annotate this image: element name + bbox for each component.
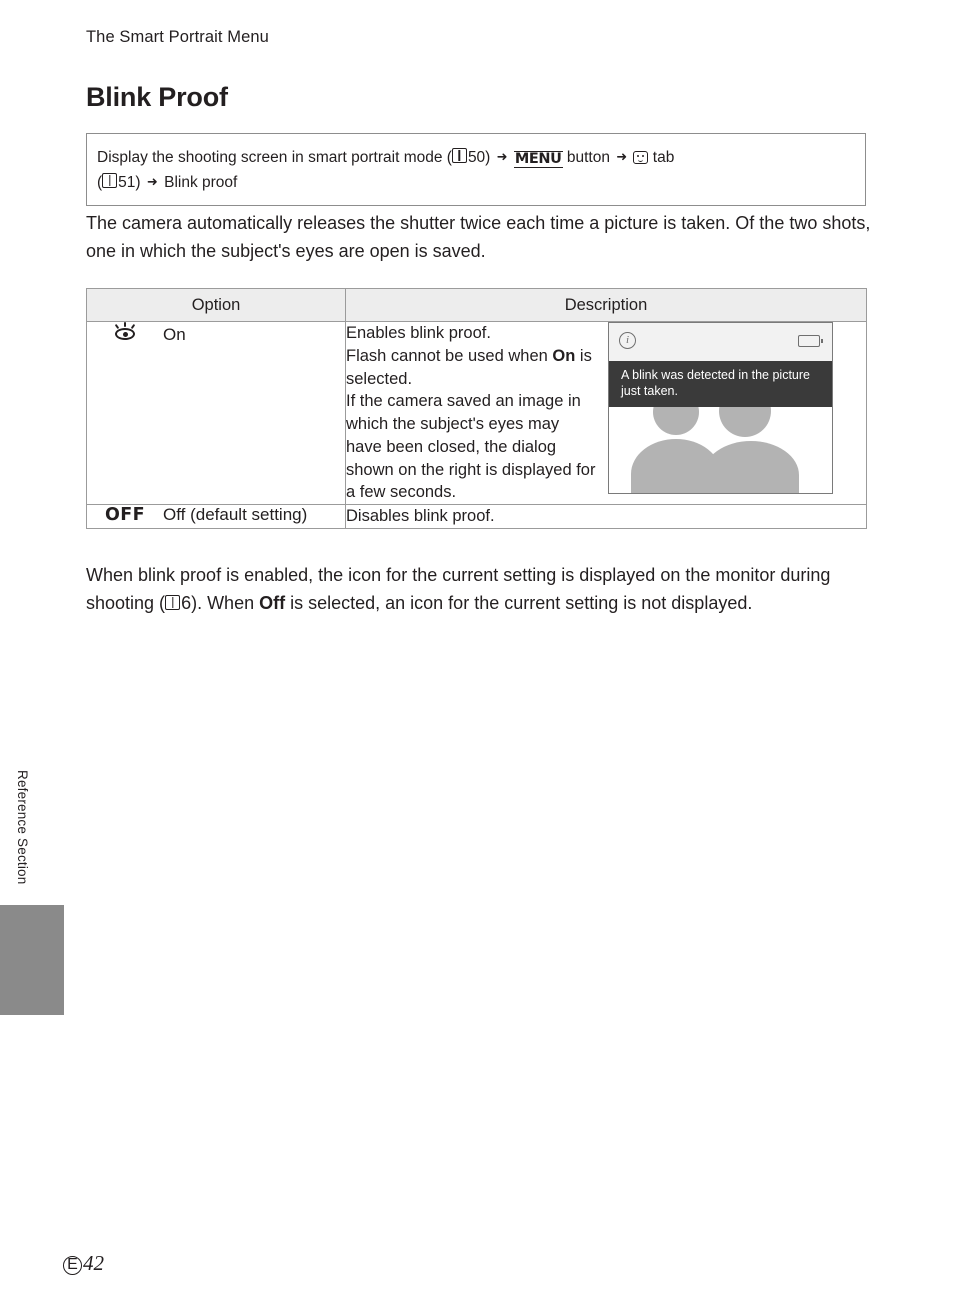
- blink-proof-icon: [87, 322, 163, 347]
- option-label-on: On: [163, 324, 186, 344]
- nav-line-1-text: Display the shooting screen in smart por…: [97, 149, 452, 166]
- option-cell-on: On: [86, 320, 346, 506]
- description-cell-on: Enables blink proof. Flash cannot be use…: [345, 320, 867, 506]
- book-icon: [451, 148, 467, 163]
- header-option: Option: [86, 288, 346, 322]
- nav-target-item: Blink proof: [164, 174, 238, 192]
- off-icon: OFF: [105, 505, 145, 526]
- book-icon-3: [165, 594, 181, 610]
- description-text-on: Enables blink proof. Flash cannot be use…: [346, 322, 596, 504]
- document-page: The Smart Portrait Menu Blink Proof Disp…: [0, 0, 954, 1314]
- arrow-icon-1: ➜: [496, 150, 508, 165]
- nav-line-2: (51) ➜ Blink proof: [97, 170, 853, 195]
- outro-paragraph: When blink proof is enabled, the icon fo…: [86, 562, 876, 618]
- nav-tab-word: tab: [652, 149, 675, 166]
- desc-line-2-a: Flash cannot be used when: [346, 346, 553, 365]
- screen-status-bar: i: [609, 323, 832, 361]
- option-cell-off: OFF Off (default setting): [86, 504, 346, 529]
- arrow-icon-3: ➜: [146, 175, 158, 191]
- section-thumb-tab: [0, 905, 64, 1015]
- section-side-label: Reference Section: [15, 770, 30, 885]
- info-icon: i: [619, 332, 636, 349]
- person-body-right: [703, 441, 799, 493]
- desc-line-2: Flash cannot be used when On is selected…: [346, 345, 596, 391]
- menu-button-glyph: MENU: [513, 151, 563, 168]
- navigation-path-box: Display the shooting screen in smart por…: [86, 133, 866, 207]
- running-head: The Smart Portrait Menu: [86, 28, 269, 46]
- nav-button-word: button: [566, 149, 610, 166]
- desc-line-1: Enables blink proof.: [346, 324, 491, 342]
- outro-part-2: is selected, an icon for the current set…: [285, 592, 753, 613]
- header-description: Description: [345, 288, 867, 322]
- table-row: OFF Off (default setting) Disables blink…: [86, 504, 867, 529]
- battery-icon: [798, 335, 823, 347]
- page-number: 42: [83, 1251, 104, 1275]
- desc-line-2-bold: On: [552, 346, 576, 365]
- desc-off-line-1: Disables blink proof.: [346, 507, 495, 526]
- nav-line-1: Display the shooting screen in smart por…: [97, 145, 853, 170]
- option-label-off: Off (default setting): [163, 505, 308, 525]
- smart-portrait-icon: [633, 151, 649, 164]
- arrow-icon-2: ➜: [616, 150, 628, 165]
- table-header-row: Option Description: [86, 288, 867, 322]
- intro-paragraph: The camera automatically releases the sh…: [86, 213, 871, 261]
- outro-bold: Off: [259, 592, 286, 613]
- options-table: Option Description On Enables blink proo…: [86, 288, 867, 529]
- outro-ref: 6). When: [181, 592, 260, 613]
- table-row: On Enables blink proof. Flash cannot be …: [86, 320, 867, 506]
- book-icon-2: [102, 173, 118, 189]
- nav-ref-51: 51): [118, 174, 141, 192]
- reference-mark-icon: E: [63, 1256, 82, 1275]
- nav-ref-50: 50): [467, 149, 491, 166]
- page-footer: E 42: [63, 1251, 104, 1276]
- camera-screen-mock: i A blink was detected in the picture ju…: [608, 322, 833, 494]
- page-title: Blink Proof: [86, 82, 228, 112]
- desc-line-3: If the camera saved an image in which th…: [346, 392, 596, 502]
- blink-warning-banner: A blink was detected in the picture just…: [609, 361, 832, 407]
- description-cell-off: Disables blink proof.: [345, 504, 867, 529]
